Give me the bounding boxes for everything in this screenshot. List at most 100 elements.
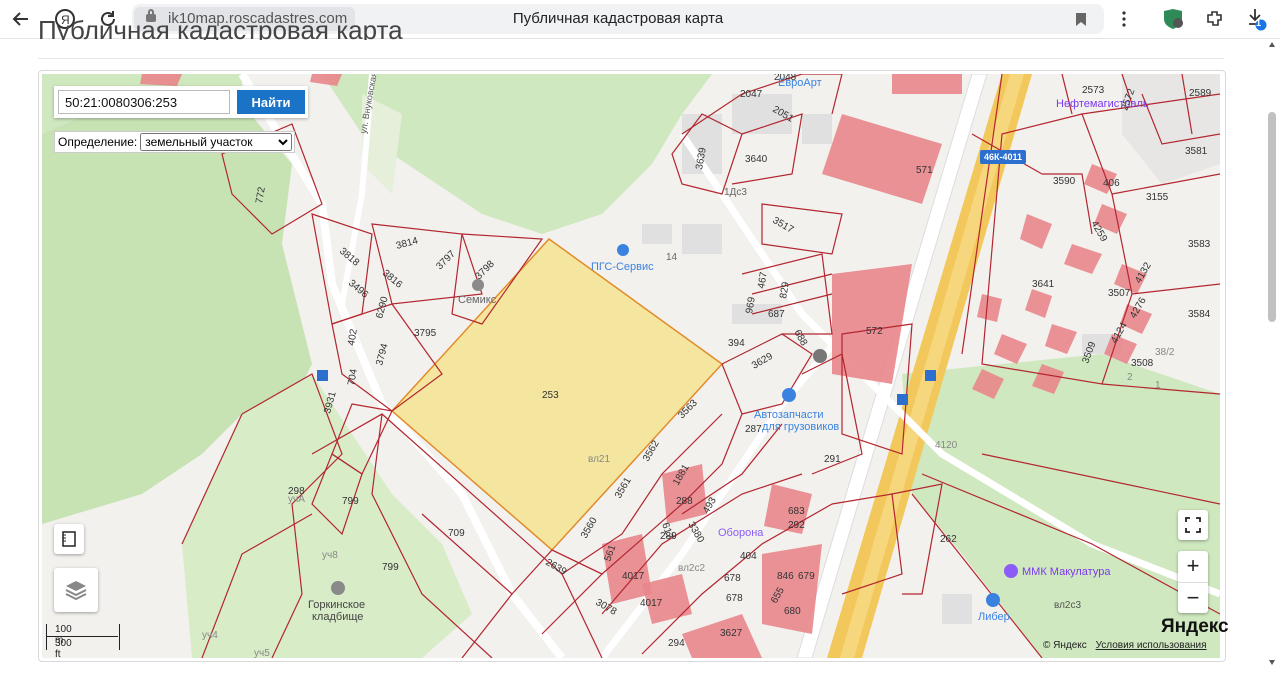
poi-label[interactable]: ЕвроАрт bbox=[778, 77, 822, 89]
bookmark-icon[interactable] bbox=[1075, 12, 1087, 32]
cadastral-search-panel: Найти bbox=[54, 86, 308, 118]
fullscreen-icon bbox=[1185, 517, 1201, 533]
svg-text:709: 709 bbox=[448, 528, 465, 539]
poi-label[interactable]: Нефтемагистраль bbox=[1056, 98, 1149, 110]
terms-link[interactable]: Условия использования bbox=[1096, 640, 1207, 651]
cemetery-icon[interactable] bbox=[331, 581, 345, 595]
shield-icon[interactable] bbox=[1160, 6, 1186, 32]
svg-text:683: 683 bbox=[788, 506, 805, 517]
svg-text:вл2с2: вл2с2 bbox=[678, 563, 705, 574]
svg-text:294: 294 bbox=[668, 638, 685, 649]
poi-label[interactable]: ПГС-Сервис bbox=[591, 261, 654, 273]
ruler-button[interactable] bbox=[54, 524, 84, 554]
svg-text:4120: 4120 bbox=[935, 440, 958, 451]
bus-stop-icon[interactable] bbox=[317, 370, 328, 381]
svg-text:3795: 3795 bbox=[414, 328, 437, 339]
svg-text:1Дс3: 1Дс3 bbox=[724, 187, 747, 198]
svg-text:3797: 3797 bbox=[434, 248, 458, 272]
poi-label[interactable]: ММК Макулатура bbox=[1022, 566, 1111, 578]
svg-text:3583: 3583 bbox=[1188, 239, 1211, 250]
svg-text:687: 687 bbox=[768, 309, 785, 320]
scrollbar-thumb[interactable] bbox=[1268, 112, 1276, 322]
svg-text:38/2: 38/2 bbox=[1155, 347, 1175, 358]
download-badge: 1 bbox=[1256, 18, 1262, 28]
svg-text:вл2с3: вл2с3 bbox=[1054, 600, 1081, 611]
svg-text:572: 572 bbox=[866, 326, 883, 337]
attribution: © Яндекс Условия использования bbox=[1043, 640, 1207, 651]
svg-text:799: 799 bbox=[342, 496, 359, 507]
copyright-text: © Яндекс bbox=[1043, 640, 1087, 651]
poi-label[interactable]: кладбище bbox=[312, 611, 363, 623]
svg-text:3581: 3581 bbox=[1185, 146, 1208, 157]
svg-text:2589: 2589 bbox=[1189, 88, 1212, 99]
cadastral-number-input[interactable] bbox=[58, 90, 230, 114]
zoom-out-button[interactable]: − bbox=[1178, 583, 1208, 614]
svg-text:799: 799 bbox=[382, 562, 399, 573]
poi-label[interactable]: Либер bbox=[978, 611, 1010, 623]
svg-text:2573: 2573 bbox=[1082, 85, 1105, 96]
poi-label[interactable]: Семикс bbox=[458, 294, 497, 306]
shop-icon[interactable] bbox=[617, 244, 629, 256]
svg-text:2: 2 bbox=[1127, 372, 1133, 383]
zoom-control: + − bbox=[1178, 551, 1208, 613]
svg-text:3629: 3629 bbox=[750, 351, 775, 372]
svg-text:3584: 3584 bbox=[1188, 309, 1211, 320]
svg-text:680: 680 bbox=[784, 606, 801, 617]
svg-text:292: 292 bbox=[788, 520, 805, 531]
bus-stop-icon[interactable] bbox=[925, 370, 936, 381]
svg-text:262: 262 bbox=[940, 534, 957, 545]
definition-select[interactable]: земельный участок bbox=[140, 133, 293, 151]
svg-text:3798: 3798 bbox=[473, 258, 497, 282]
definition-panel: Определение: земельный участок bbox=[54, 131, 296, 153]
poi-label[interactable]: для грузовиков bbox=[762, 421, 839, 433]
svg-text:3816: 3816 bbox=[380, 268, 404, 291]
svg-text:679: 679 bbox=[798, 571, 815, 582]
svg-text:2639: 2639 bbox=[544, 557, 569, 578]
menu-icon[interactable] bbox=[1111, 6, 1137, 32]
find-button[interactable]: Найти bbox=[237, 90, 305, 114]
svg-text:учА: учА bbox=[288, 494, 305, 505]
cadastral-map[interactable]: 253 772 3818 3814 3797 3798 3816 3496 62… bbox=[42, 74, 1220, 658]
definition-label: Определение: bbox=[58, 135, 138, 149]
page-scrollbar[interactable] bbox=[1266, 40, 1278, 670]
svg-text:3627: 3627 bbox=[720, 628, 743, 639]
ruler-icon bbox=[62, 531, 76, 547]
scroll-down-icon[interactable] bbox=[1269, 660, 1275, 665]
road-label: 46К-4011 bbox=[984, 152, 1022, 162]
scroll-up-icon[interactable] bbox=[1269, 42, 1275, 47]
building-icon[interactable] bbox=[472, 279, 484, 291]
scale-imperial: 300 ft bbox=[55, 638, 72, 660]
svg-text:6290: 6290 bbox=[374, 295, 390, 320]
yandex-logo[interactable]: Яндекс bbox=[1161, 616, 1229, 638]
svg-text:3794: 3794 bbox=[374, 342, 390, 367]
svg-text:289: 289 bbox=[660, 531, 677, 542]
svg-text:3496: 3496 bbox=[346, 278, 370, 301]
poi-label[interactable]: Автозапчасти bbox=[754, 409, 824, 421]
svg-text:467: 467 bbox=[756, 271, 770, 290]
divider bbox=[38, 58, 1224, 59]
car-parts-icon[interactable] bbox=[782, 388, 796, 402]
svg-text:678: 678 bbox=[724, 573, 741, 584]
svg-text:678: 678 bbox=[726, 593, 743, 604]
svg-text:288: 288 bbox=[676, 496, 693, 507]
svg-text:3155: 3155 bbox=[1146, 192, 1169, 203]
poi-icon[interactable] bbox=[813, 349, 827, 363]
layers-button[interactable] bbox=[54, 568, 98, 612]
back-icon[interactable] bbox=[8, 6, 34, 32]
recycle-icon[interactable] bbox=[1004, 564, 1018, 578]
fullscreen-button[interactable] bbox=[1178, 510, 1208, 540]
extensions-icon[interactable] bbox=[1202, 6, 1228, 32]
svg-text:846: 846 bbox=[777, 571, 794, 582]
download-icon[interactable]: 1 bbox=[1244, 6, 1270, 32]
bus-stop-icon[interactable] bbox=[897, 394, 908, 405]
poi-label[interactable]: Оборона bbox=[718, 527, 764, 539]
svg-text:3508: 3508 bbox=[1131, 358, 1154, 369]
poi-label[interactable]: Горкинское bbox=[308, 599, 365, 611]
svg-text:вл21: вл21 bbox=[588, 454, 610, 465]
svg-text:291: 291 bbox=[824, 454, 841, 465]
map-canvas[interactable]: 253 772 3818 3814 3797 3798 3816 3496 62… bbox=[42, 74, 1220, 658]
zoom-in-button[interactable]: + bbox=[1178, 551, 1208, 583]
store-icon[interactable] bbox=[986, 593, 1000, 607]
svg-text:уч5: уч5 bbox=[254, 648, 270, 658]
svg-text:3560: 3560 bbox=[579, 515, 600, 540]
